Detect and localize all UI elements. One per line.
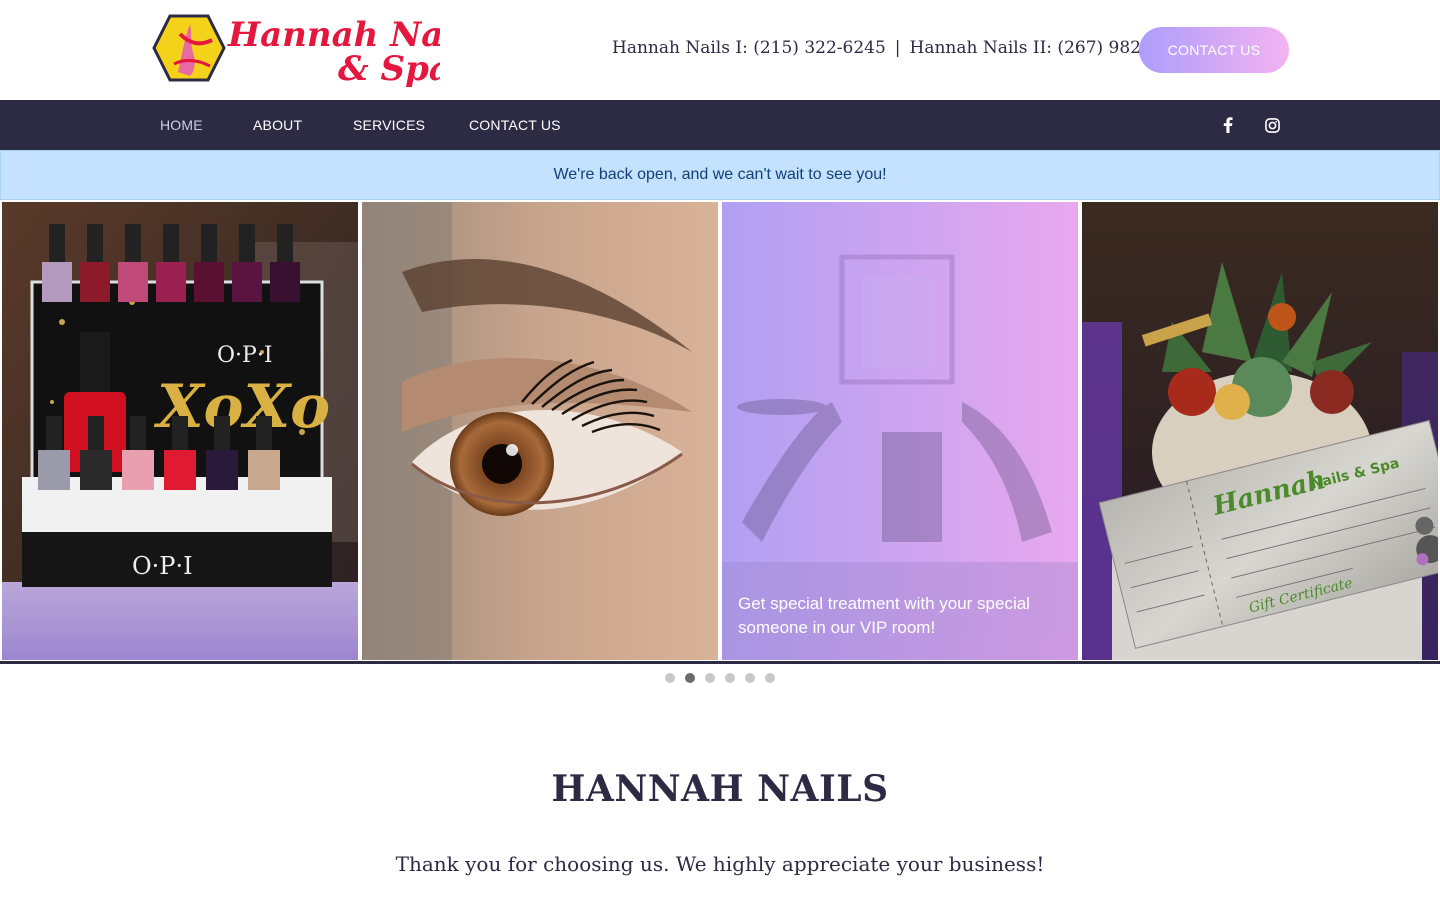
nav-item-services[interactable]: SERVICES [353, 100, 425, 150]
instagram-icon[interactable] [1263, 116, 1281, 134]
header-contact-button[interactable]: CONTACT US [1139, 27, 1289, 73]
site-header: Hannah Nails & Spa Hannah Nails I: (215)… [0, 0, 1440, 100]
nav-item-about[interactable]: ABOUT [253, 100, 302, 150]
carousel-dot[interactable] [665, 673, 675, 683]
svg-text:O·P·I: O·P·I [132, 552, 193, 580]
facebook-icon[interactable] [1219, 116, 1237, 134]
logo-graphic: Hannah Nails & Spa [152, 14, 440, 89]
carousel-dot[interactable] [765, 673, 775, 683]
gallery-image-opi-display[interactable]: XoXo O·P·I O·P·I [2, 202, 358, 660]
gallery-image-eye-lashes[interactable] [362, 202, 718, 660]
phone-separator: | [894, 38, 901, 58]
carousel-dot[interactable] [705, 673, 715, 683]
site-logo[interactable]: Hannah Nails & Spa [150, 10, 440, 90]
page-heading: HANNAH NAILS [551, 768, 889, 810]
carousel-dot[interactable] [745, 673, 755, 683]
nav-item-home[interactable]: HOME [160, 100, 203, 150]
carousel-dot[interactable] [725, 673, 735, 683]
phone-numbers: Hannah Nails I: (215) 322-6245 | Hannah … [612, 36, 1190, 60]
announcement-banner: We're back open, and we can't wait to se… [0, 150, 1440, 200]
gallery-image-gift-certificate[interactable]: Hannah Nails & Spa Gift Certificate [1082, 202, 1438, 660]
carousel-dot-active[interactable] [685, 673, 695, 683]
nav-item-contact-us[interactable]: CONTACT US [469, 100, 561, 150]
announcement-text: We're back open, and we can't wait to se… [553, 166, 887, 183]
phone-1[interactable]: Hannah Nails I: (215) 322-6245 [612, 38, 886, 58]
page-tagline: Thank you for choosing us. We highly app… [395, 852, 1045, 876]
logo-line2: & Spa [338, 49, 440, 89]
svg-text:O·P·I: O·P·I [217, 343, 273, 368]
slide-caption: Get special treatment with your special … [738, 594, 1030, 637]
image-carousel: XoXo O·P·I O·P·I Get special treatment w… [0, 200, 1440, 664]
carousel-dots [0, 673, 1440, 683]
main-nav: HOME ABOUT SERVICES CONTACT US [0, 100, 1440, 150]
gallery-image-vip-room[interactable]: Get special treatment with your special … [722, 202, 1078, 660]
